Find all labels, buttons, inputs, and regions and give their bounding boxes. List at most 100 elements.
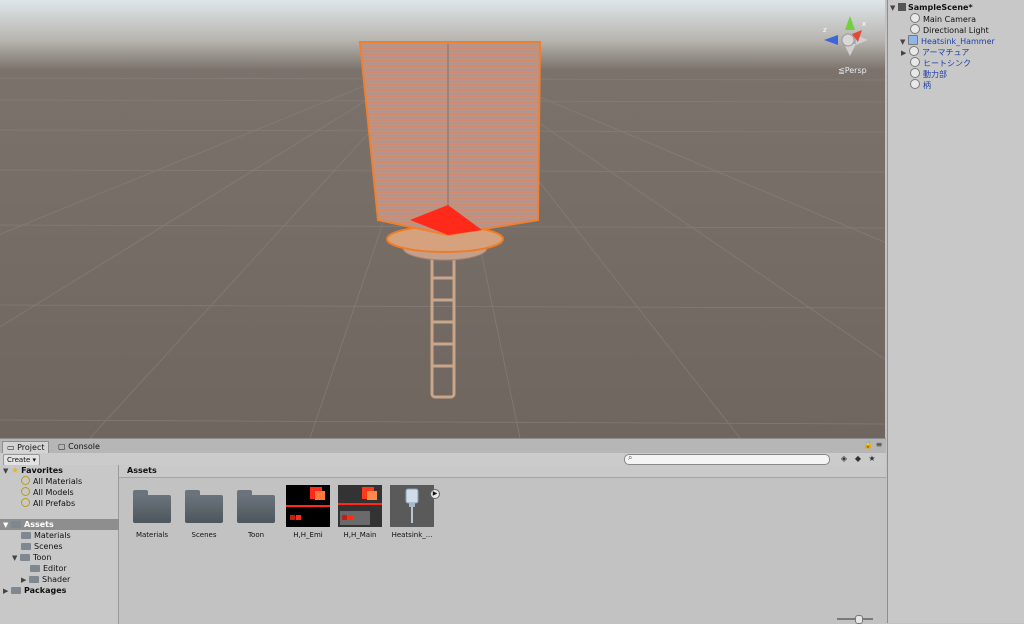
search-filter-icon	[21, 487, 30, 496]
hierarchy-item-main-camera[interactable]: Main Camera	[910, 13, 976, 24]
hierarchy-item-heatsink[interactable]: ヒートシンク	[910, 57, 971, 68]
folder-icon	[29, 576, 39, 583]
hierarchy-item-handle[interactable]: 柄	[910, 79, 931, 90]
gameobject-icon	[910, 68, 920, 78]
hierarchy-item-label: Heatsink_Hammer	[921, 37, 995, 46]
folder-icon	[20, 554, 30, 561]
search-icon: ⌕	[628, 453, 633, 462]
tree-all-materials[interactable]: All Materials	[21, 476, 82, 487]
gizmo-z-label: z	[823, 26, 827, 34]
tree-packages[interactable]: ▶ Packages	[3, 585, 66, 596]
collapse-arrow-icon[interactable]: ▶	[901, 48, 909, 59]
hierarchy-item-label: Main Camera	[923, 15, 977, 24]
hierarchy-item-directional-light[interactable]: Directional Light	[910, 24, 989, 35]
hierarchy-item-power-unit[interactable]: 動力部	[910, 68, 947, 79]
tree-all-prefabs[interactable]: All Prefabs	[21, 498, 75, 509]
tree-favorites[interactable]: ▼ ★ Favorites	[3, 465, 63, 476]
texture-thumbnail	[286, 485, 330, 527]
tree-label: Favorites	[21, 466, 63, 475]
prefab-icon	[908, 35, 918, 45]
console-icon: ▢	[58, 442, 66, 451]
projection-label[interactable]: ≦Persp	[838, 66, 867, 75]
tree-all-models[interactable]: All Models	[21, 487, 74, 498]
heatsink-hammer-model[interactable]	[350, 30, 550, 400]
collapse-arrow-icon[interactable]: ▶	[3, 586, 11, 597]
hierarchy-item-label: 動力部	[923, 70, 947, 79]
tree-materials[interactable]: Materials	[21, 530, 71, 541]
favorite-star-icon[interactable]: ★	[866, 454, 878, 464]
gameobject-icon	[909, 46, 919, 56]
asset-hh-main-texture[interactable]: H,H_Main	[335, 485, 385, 539]
tree-scenes[interactable]: Scenes	[21, 541, 63, 552]
bottom-tab-bar: ▭ Project ▢ Console 🔒 ≡	[0, 439, 886, 454]
expand-arrow-icon[interactable]: ▼	[12, 553, 20, 564]
breadcrumb: Assets ›	[119, 465, 886, 478]
tab-console[interactable]: ▢ Console	[54, 441, 104, 453]
project-panel: ▭ Project ▢ Console 🔒 ≡ Create ▾ ⌕ ◈ ◆ ★…	[0, 438, 886, 624]
search-filter-icon	[21, 498, 30, 507]
unity-scene-icon	[898, 3, 906, 11]
expand-arrow-icon[interactable]: ▼	[3, 520, 11, 531]
create-label: Create	[7, 456, 31, 464]
hierarchy-item-label: Directional Light	[923, 26, 989, 35]
gameobject-icon	[910, 24, 920, 34]
asset-label: Materials	[135, 531, 169, 539]
thumbnail-size-slider[interactable]	[837, 615, 873, 624]
tree-label: Scenes	[34, 542, 63, 551]
tab-console-label: Console	[68, 442, 100, 451]
tree-shader[interactable]: ▶ Shader	[21, 574, 70, 585]
star-icon: ★	[11, 466, 20, 476]
folder-icon	[21, 532, 31, 539]
scene-view[interactable]: z x ≦Persp	[0, 0, 885, 438]
folder-icon	[11, 521, 21, 528]
expand-arrow-icon[interactable]: ▼	[900, 37, 908, 48]
filter-by-type-icon[interactable]: ◈	[838, 454, 850, 464]
breadcrumb-chevron-icon: ›	[127, 466, 131, 475]
hierarchy-item-armature[interactable]: ▶ アーマチュア	[901, 46, 970, 57]
tree-assets[interactable]: ▼ Assets	[0, 519, 121, 530]
asset-scenes-folder[interactable]: Scenes	[179, 485, 229, 539]
asset-label: Scenes	[191, 531, 217, 539]
filter-by-label-icon[interactable]: ◆	[852, 454, 864, 464]
hierarchy-item-label: ヒートシンク	[923, 59, 971, 68]
search-filter-icon	[21, 476, 30, 485]
panel-menu-icon[interactable]: ≡	[873, 440, 885, 450]
search-input[interactable]: ⌕	[624, 453, 830, 465]
folder-icon	[133, 490, 171, 523]
breadcrumb-assets[interactable]: Assets	[127, 465, 157, 477]
persp-icon: ≦	[838, 66, 845, 75]
hierarchy-item-label: アーマチュア	[922, 48, 970, 57]
gameobject-icon	[910, 13, 920, 23]
texture-thumbnail	[338, 485, 382, 527]
folder-icon	[21, 543, 31, 550]
scene-name: SampleScene*	[908, 3, 973, 12]
asset-label: H,H_Emi	[293, 531, 323, 539]
orientation-gizmo[interactable]: z x	[822, 14, 872, 58]
scene-root-row[interactable]: ▼ SampleScene*	[890, 2, 973, 13]
tree-editor[interactable]: Editor	[30, 563, 67, 574]
projection-text: Persp	[844, 66, 867, 75]
tree-label: Toon	[33, 553, 52, 562]
folder-icon	[11, 587, 21, 594]
gameobject-icon	[910, 57, 920, 67]
expand-subassets-icon[interactable]: ▶	[430, 489, 440, 499]
asset-hh-emi-texture[interactable]: H,H_Emi	[283, 485, 333, 539]
tab-project-label: Project	[17, 443, 45, 452]
asset-toon-folder[interactable]: Toon	[231, 485, 281, 539]
asset-materials-folder[interactable]: Materials	[127, 485, 177, 539]
expand-arrow-icon[interactable]: ▼	[3, 466, 11, 477]
folder-icon	[185, 490, 223, 523]
folder-icon	[30, 565, 40, 572]
asset-heatsink-model[interactable]: ▶ Heatsink_...	[387, 485, 440, 539]
tree-label: All Models	[33, 488, 74, 497]
tree-label: Shader	[42, 575, 71, 584]
hierarchy-panel: ▼ SampleScene* Main Camera Directional Li…	[887, 0, 1024, 623]
gizmo-x-label: x	[862, 20, 866, 28]
hierarchy-item-label: 柄	[923, 81, 931, 90]
tree-toon[interactable]: ▼ Toon	[12, 552, 51, 563]
model-thumbnail: ▶	[390, 485, 440, 527]
expand-arrow-icon[interactable]: ▼	[890, 3, 898, 14]
hierarchy-item-heatsink-hammer[interactable]: ▼ Heatsink_Hammer	[900, 35, 995, 46]
gameobject-icon	[910, 79, 920, 89]
tree-label: Editor	[43, 564, 67, 573]
